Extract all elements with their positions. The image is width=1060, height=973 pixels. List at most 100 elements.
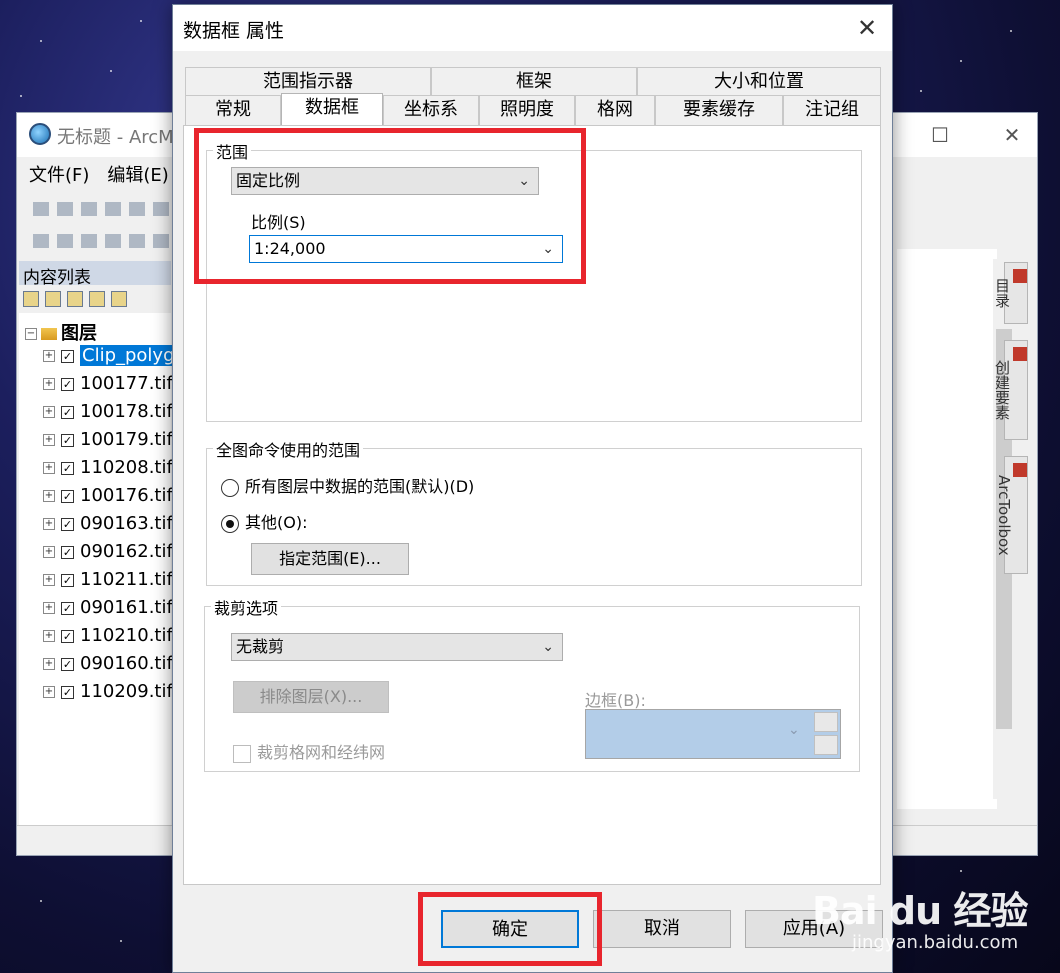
clip-grid-label: 裁剪格网和经纬网 bbox=[257, 743, 386, 762]
layer-visibility-checkbox[interactable]: ✓ bbox=[61, 517, 74, 531]
layer-name: 110208.tif bbox=[80, 457, 173, 478]
tab-grids[interactable]: 格网 bbox=[575, 95, 655, 125]
tab-size-and-position[interactable]: 大小和位置 bbox=[637, 67, 881, 97]
catalog-tab[interactable]: 目录 bbox=[993, 262, 1028, 324]
exclude-layers-button[interactable]: 排除图层(X)... bbox=[233, 681, 389, 713]
extent-other-radio[interactable]: 其他(O): bbox=[221, 513, 307, 533]
collapse-icon[interactable]: − bbox=[25, 328, 37, 340]
toc-title: 内容列表 bbox=[19, 261, 171, 288]
layer-visibility-checkbox[interactable]: ✓ bbox=[61, 461, 74, 475]
expand-icon[interactable]: + bbox=[43, 490, 55, 502]
expand-icon[interactable]: + bbox=[43, 462, 55, 474]
expand-icon[interactable]: + bbox=[43, 546, 55, 558]
expand-icon[interactable]: + bbox=[43, 434, 55, 446]
tab-frame[interactable]: 框架 bbox=[431, 67, 637, 97]
expand-icon[interactable]: + bbox=[43, 378, 55, 390]
expand-icon[interactable]: + bbox=[43, 350, 55, 362]
layer-visibility-checkbox[interactable]: ✓ bbox=[61, 349, 74, 363]
layer-visibility-checkbox[interactable]: ✓ bbox=[61, 657, 74, 671]
layer-item[interactable]: + ✓ 110211.tif bbox=[43, 567, 173, 593]
border-symbol-icon[interactable] bbox=[814, 735, 838, 755]
menu-file[interactable]: 文件(F) bbox=[17, 157, 95, 187]
layer-item[interactable]: + ✓ 090162.tif bbox=[43, 539, 173, 565]
extent-mode-dropdown[interactable]: 固定比例 ⌄ bbox=[231, 167, 539, 195]
layer-item[interactable]: + ✓ 100178.tif bbox=[43, 399, 173, 425]
tab-annotation-groups[interactable]: 注记组 bbox=[783, 95, 881, 125]
ok-button[interactable]: 确定 bbox=[441, 910, 579, 948]
close-icon[interactable]: ✕ bbox=[997, 121, 1027, 149]
maximize-icon[interactable]: ☐ bbox=[925, 121, 955, 149]
layer-visibility-checkbox[interactable]: ✓ bbox=[61, 489, 74, 503]
layer-visibility-checkbox[interactable]: ✓ bbox=[61, 433, 74, 447]
chevron-down-icon: ⌄ bbox=[542, 241, 554, 257]
layer-name: 090161.tif bbox=[80, 597, 173, 618]
chevron-down-icon: ⌄ bbox=[518, 173, 530, 189]
chevron-down-icon: ⌄ bbox=[788, 722, 800, 738]
menu-edit[interactable]: 编辑(E) bbox=[95, 157, 174, 187]
layer-visibility-checkbox[interactable]: ✓ bbox=[61, 377, 74, 391]
clip-grid-checkbox[interactable]: 裁剪格网和经纬网 bbox=[233, 739, 385, 763]
standard-toolbar[interactable] bbox=[23, 195, 173, 223]
tab-feature-cache[interactable]: 要素缓存 bbox=[655, 95, 783, 125]
arctoolbox-tab[interactable]: ArcToolbox bbox=[995, 456, 1028, 574]
layer-name: 100177.tif bbox=[80, 373, 173, 394]
create-features-tab[interactable]: 创建要素 bbox=[993, 340, 1028, 440]
list-by-selection-icon[interactable] bbox=[89, 291, 105, 307]
options-icon[interactable] bbox=[111, 291, 127, 307]
layer-group-item[interactable]: − 图层 bbox=[25, 319, 97, 345]
scale-label: 比例(S) bbox=[251, 213, 306, 232]
expand-icon[interactable]: + bbox=[43, 630, 55, 642]
map-view[interactable] bbox=[897, 249, 997, 809]
expand-icon[interactable]: + bbox=[43, 574, 55, 586]
specify-extent-button[interactable]: 指定范围(E)... bbox=[251, 543, 409, 575]
expand-icon[interactable]: + bbox=[43, 658, 55, 670]
layer-visibility-checkbox[interactable]: ✓ bbox=[61, 573, 74, 587]
layer-item[interactable]: + ✓ 110210.tif bbox=[43, 623, 173, 649]
layer-visibility-checkbox[interactable]: ✓ bbox=[61, 685, 74, 699]
layer-name: 110210.tif bbox=[80, 625, 173, 646]
full-extent-group: 全图命令使用的范围 所有图层中数据的范围(默认)(D) 其他(O): 指定范围(… bbox=[206, 437, 862, 586]
layer-visibility-checkbox[interactable]: ✓ bbox=[61, 405, 74, 419]
layer-item[interactable]: + ✓ 090163.tif bbox=[43, 511, 173, 537]
layer-name: Clip_polyg bbox=[80, 345, 177, 366]
layer-item[interactable]: + ✓ 100179.tif bbox=[43, 427, 173, 453]
tab-general[interactable]: 常规 bbox=[185, 95, 281, 125]
border-properties-icon[interactable] bbox=[814, 712, 838, 732]
list-by-source-icon[interactable] bbox=[45, 291, 61, 307]
layer-name: 100178.tif bbox=[80, 401, 173, 422]
tab-illumination[interactable]: 照明度 bbox=[479, 95, 575, 125]
layer-item[interactable]: + ✓ 110208.tif bbox=[43, 455, 173, 481]
close-icon[interactable]: ✕ bbox=[850, 11, 884, 45]
extent-default-radio[interactable]: 所有图层中数据的范围(默认)(D) bbox=[221, 477, 474, 497]
cancel-button[interactable]: 取消 bbox=[593, 910, 731, 948]
tab-coordinate-system[interactable]: 坐标系 bbox=[383, 95, 479, 125]
layer-visibility-checkbox[interactable]: ✓ bbox=[61, 629, 74, 643]
create-features-icon bbox=[1013, 347, 1027, 361]
expand-icon[interactable]: + bbox=[43, 518, 55, 530]
toc-toolbar bbox=[19, 287, 171, 311]
watermark-logo: Bai du 经验 bbox=[812, 889, 1028, 933]
create-features-tab-label: 创建要素 bbox=[993, 360, 1011, 420]
radio-unselected-icon bbox=[221, 478, 239, 497]
tools-toolbar[interactable] bbox=[23, 227, 173, 255]
border-selector[interactable]: ⌄ bbox=[585, 709, 841, 759]
clip-mode-dropdown[interactable]: 无裁剪 ⌄ bbox=[231, 633, 563, 661]
layer-item[interactable]: + ✓ 090160.tif bbox=[43, 651, 173, 677]
expand-icon[interactable]: + bbox=[43, 686, 55, 698]
tab-data-frame[interactable]: 数据框 bbox=[281, 93, 383, 125]
layer-visibility-checkbox[interactable]: ✓ bbox=[61, 601, 74, 615]
list-by-drawing-order-icon[interactable] bbox=[23, 291, 39, 307]
clip-options-group-title: 裁剪选项 bbox=[211, 595, 282, 619]
layer-item[interactable]: + ✓ 110209.tif bbox=[43, 679, 173, 705]
expand-icon[interactable]: + bbox=[43, 602, 55, 614]
layer-item[interactable]: + ✓ 100177.tif bbox=[43, 371, 173, 397]
catalog-icon bbox=[1013, 269, 1027, 283]
layer-item[interactable]: + ✓ 090161.tif bbox=[43, 595, 173, 621]
layer-item[interactable]: + ✓ 100176.tif bbox=[43, 483, 173, 509]
list-by-visibility-icon[interactable] bbox=[67, 291, 83, 307]
extent-group: 范围 固定比例 ⌄ 比例(S) 1:24,000 ⌄ bbox=[206, 139, 862, 422]
layer-item[interactable]: + ✓ Clip_polyg bbox=[43, 343, 177, 369]
expand-icon[interactable]: + bbox=[43, 406, 55, 418]
layer-visibility-checkbox[interactable]: ✓ bbox=[61, 545, 74, 559]
scale-combobox[interactable]: 1:24,000 ⌄ bbox=[249, 235, 563, 263]
